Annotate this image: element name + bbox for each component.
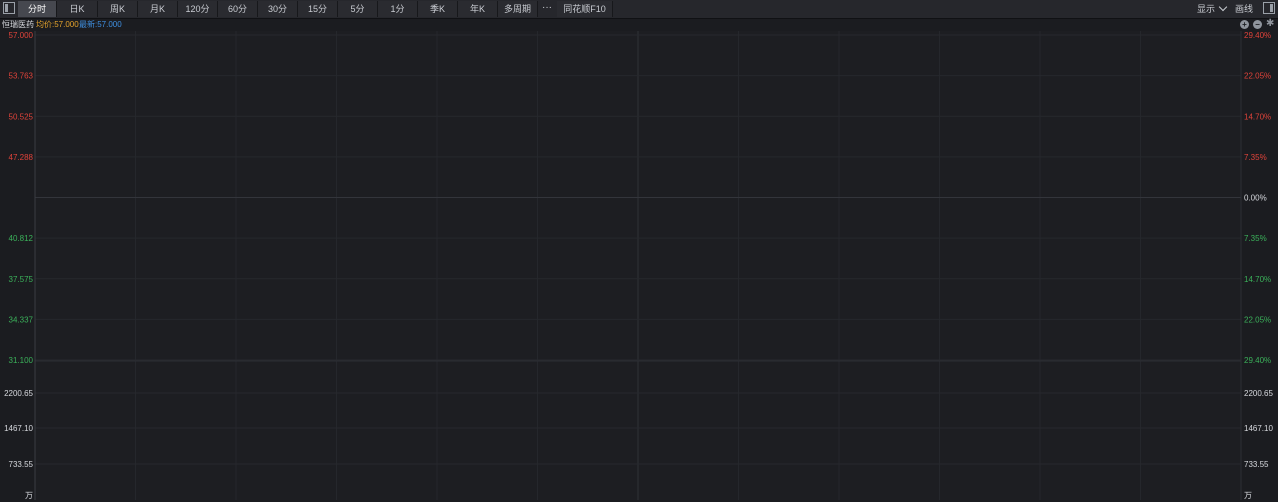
volume-tick-label: 2200.65 xyxy=(4,389,33,398)
pct-tick-label: 14.70% xyxy=(1244,275,1271,284)
intraday-chart[interactable]: 57.000 29.40% 53.763 22.05% 50.525 14.70% 47.2… xyxy=(0,31,1278,502)
latest-price-label: 最新:57.000 xyxy=(79,20,122,29)
pct-tick-label: 0.00% xyxy=(1244,194,1267,203)
price-tick-label: 47.288 xyxy=(9,153,34,162)
avg-price-label: 均价:57.000 xyxy=(36,20,79,29)
pct-tick-label: 29.40% xyxy=(1244,356,1271,365)
stock-info-bar: 恒瑞医药 均价:57.000 最新:57.000 + − ✱ xyxy=(0,19,1278,31)
price-tick-label: 50.525 xyxy=(9,112,34,121)
tab-fenshi[interactable]: 分时 xyxy=(18,1,57,17)
price-tick-label: 31.100 xyxy=(9,356,34,365)
draw-line-button[interactable]: 画线 xyxy=(1235,1,1253,17)
tab-season-k[interactable]: 季K xyxy=(418,1,458,17)
chevron-down-icon xyxy=(1218,2,1228,12)
price-tick-label: 34.337 xyxy=(9,315,34,324)
volume-tick-label: 2200.65 xyxy=(1244,389,1273,398)
more-icon[interactable]: ··· xyxy=(538,1,556,17)
pct-tick-label: 7.35% xyxy=(1244,234,1267,243)
volume-unit-label: 万 xyxy=(1244,491,1252,500)
tab-60min[interactable]: 60分 xyxy=(218,1,258,17)
volume-tick-label: 733.55 xyxy=(1244,460,1269,469)
volume-tick-label: 733.55 xyxy=(9,460,34,469)
price-tick-label: 40.812 xyxy=(9,234,34,243)
tab-day-k[interactable]: 日K xyxy=(57,1,98,17)
tab-week-k[interactable]: 周K xyxy=(98,1,138,17)
price-tick-label: 37.575 xyxy=(9,275,34,284)
volume-tick-label: 1467.10 xyxy=(1244,424,1273,433)
zoom-in-icon[interactable]: + xyxy=(1240,20,1249,29)
tab-multi-period[interactable]: 多周期 xyxy=(498,1,538,17)
volume-tick-label: 1467.10 xyxy=(4,424,33,433)
pct-tick-label: 7.35% xyxy=(1244,153,1267,162)
gear-icon[interactable]: ✱ xyxy=(1266,19,1276,29)
left-panel-toggle-icon[interactable] xyxy=(3,2,15,14)
display-menu-button[interactable]: 显示 xyxy=(1197,1,1215,17)
tab-15min[interactable]: 15分 xyxy=(298,1,338,17)
pct-tick-label: 22.05% xyxy=(1244,315,1271,324)
tab-120min[interactable]: 120分 xyxy=(178,1,218,17)
price-tick-label: 57.000 xyxy=(9,31,34,40)
stock-name: 恒瑞医药 xyxy=(2,20,34,29)
volume-unit-label: 万 xyxy=(25,491,33,500)
tab-30min[interactable]: 30分 xyxy=(258,1,298,17)
f10-button[interactable]: 同花顺F10 xyxy=(557,1,613,17)
zoom-out-icon[interactable]: − xyxy=(1253,20,1262,29)
tab-5min[interactable]: 5分 xyxy=(338,1,378,17)
pct-tick-label: 14.70% xyxy=(1244,112,1271,121)
tab-month-k[interactable]: 月K xyxy=(138,1,178,17)
right-panel-toggle-icon[interactable] xyxy=(1263,2,1275,14)
pct-tick-label: 29.40% xyxy=(1244,31,1271,40)
tab-year-k[interactable]: 年K xyxy=(458,1,498,17)
tab-1min[interactable]: 1分 xyxy=(378,1,418,17)
price-tick-label: 53.763 xyxy=(9,72,34,81)
period-toolbar: 分时 日K 周K 月K 120分 60分 30分 15分 5分 1分 季K 年K… xyxy=(0,0,1278,19)
pct-tick-label: 22.05% xyxy=(1244,72,1271,81)
